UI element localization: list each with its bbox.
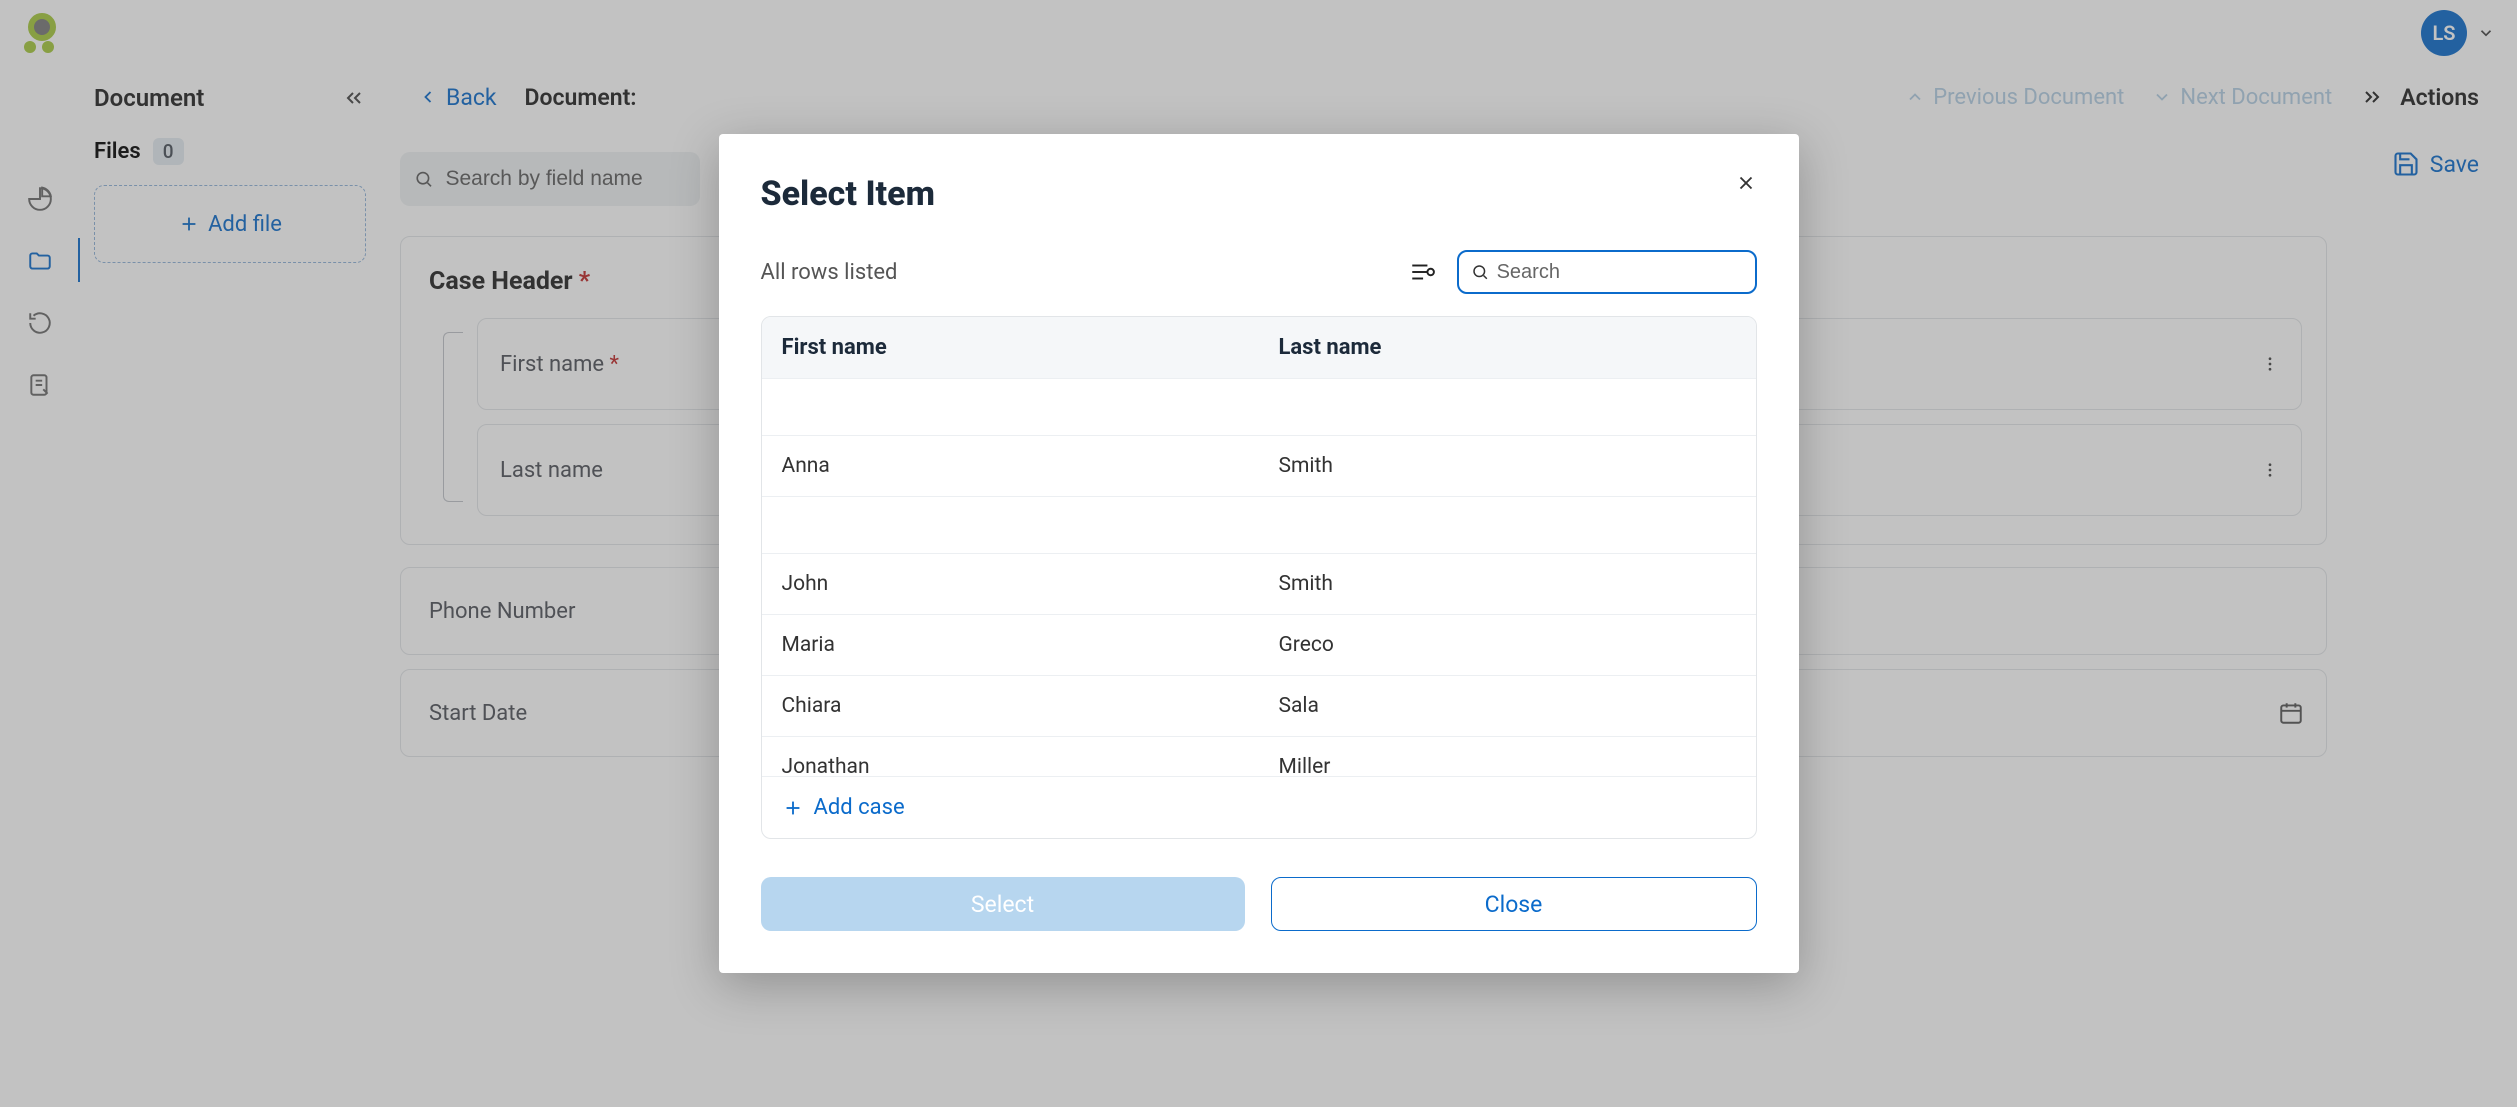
add-case-button[interactable]: Add case (762, 776, 1756, 838)
table-row[interactable]: JohnSmith (762, 553, 1756, 614)
table-row[interactable]: ChiaraSala (762, 675, 1756, 736)
cell-first-name (762, 497, 1259, 553)
add-case-label: Add case (814, 795, 905, 820)
cell-last-name (1259, 379, 1756, 435)
close-icon[interactable] (1735, 172, 1757, 194)
select-button[interactable]: Select (761, 877, 1245, 931)
cell-last-name: Greco (1259, 615, 1756, 675)
cell-last-name: Smith (1259, 554, 1756, 614)
cell-first-name: John (762, 554, 1259, 614)
close-button[interactable]: Close (1271, 877, 1757, 931)
table-row[interactable]: JonathanMiller (762, 736, 1756, 776)
col-first-name: First name (762, 317, 1259, 378)
cell-first-name (762, 379, 1259, 435)
table-header: First name Last name (762, 317, 1756, 378)
cell-last-name (1259, 497, 1756, 553)
cell-last-name: Miller (1259, 737, 1756, 776)
rows-listed-label: All rows listed (761, 260, 898, 285)
modal-overlay: Select Item All rows listed First name L… (0, 0, 2517, 1107)
filter-list-icon[interactable] (1409, 259, 1435, 285)
cell-first-name: Jonathan (762, 737, 1259, 776)
modal-table: First name Last name AnnaSmithJohnSmithM… (761, 316, 1757, 839)
search-icon (1471, 262, 1489, 282)
table-row[interactable] (762, 496, 1756, 553)
cell-last-name: Smith (1259, 436, 1756, 496)
table-body[interactable]: AnnaSmithJohnSmithMariaGrecoChiaraSalaJo… (762, 378, 1756, 776)
select-label: Select (971, 891, 1034, 918)
modal-title: Select Item (761, 174, 1757, 214)
cell-last-name: Sala (1259, 676, 1756, 736)
close-label: Close (1485, 891, 1543, 918)
table-row[interactable]: AnnaSmith (762, 435, 1756, 496)
modal-search-input[interactable] (1497, 261, 1743, 284)
cell-first-name: Maria (762, 615, 1259, 675)
modal-search-box[interactable] (1457, 250, 1757, 294)
select-item-modal: Select Item All rows listed First name L… (719, 134, 1799, 973)
table-row[interactable]: MariaGreco (762, 614, 1756, 675)
cell-first-name: Anna (762, 436, 1259, 496)
col-last-name: Last name (1259, 317, 1756, 378)
table-row[interactable] (762, 378, 1756, 435)
cell-first-name: Chiara (762, 676, 1259, 736)
